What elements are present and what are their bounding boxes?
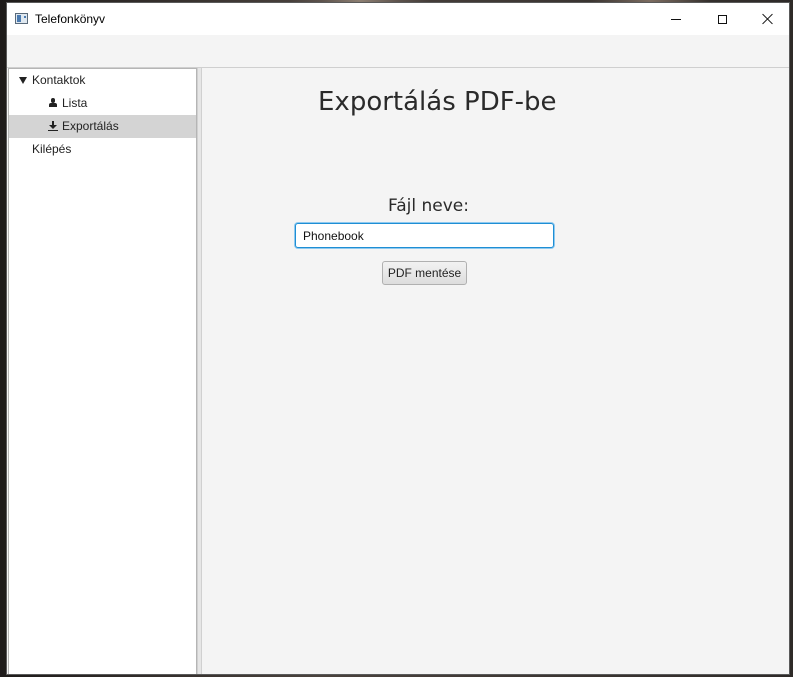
minimize-button[interactable] (653, 3, 699, 35)
tree-item-exportalas[interactable]: Exportálás (9, 115, 196, 138)
file-name-input[interactable] (295, 223, 554, 248)
app-window-icon (15, 13, 28, 24)
navigation-tree: Kontaktok Lista Exportálás Kilépés (8, 68, 197, 674)
download-icon (48, 121, 58, 131)
triangle-down-icon[interactable] (19, 77, 27, 84)
export-panel: Exportálás PDF-be Fájl neve: PDF mentése (202, 68, 789, 674)
tree-item-label: Kilépés (32, 142, 72, 156)
maximize-button[interactable] (699, 3, 745, 35)
app-window: Telefonkönyv Kontaktok Lista Exportálás (6, 2, 790, 675)
tree-item-label: Exportálás (62, 119, 119, 133)
maximize-icon (717, 14, 727, 24)
tree-item-lista[interactable]: Lista (9, 92, 196, 115)
close-icon (762, 13, 774, 25)
toolbar-area (7, 35, 789, 68)
tree-item-kilepes[interactable]: Kilépés (9, 138, 196, 161)
tree-item-kontaktok[interactable]: Kontaktok (9, 69, 196, 92)
save-pdf-button[interactable]: PDF mentése (382, 261, 467, 285)
file-name-label: Fájl neve: (388, 196, 469, 216)
page-title: Exportálás PDF-be (318, 87, 557, 117)
minimize-icon (671, 18, 681, 20)
tree-item-label: Lista (62, 96, 88, 110)
user-icon (48, 98, 58, 108)
window-title: Telefonkönyv (35, 12, 106, 26)
title-bar[interactable]: Telefonkönyv (7, 3, 789, 35)
close-button[interactable] (745, 3, 789, 35)
tree-item-label: Kontaktok (32, 73, 86, 87)
